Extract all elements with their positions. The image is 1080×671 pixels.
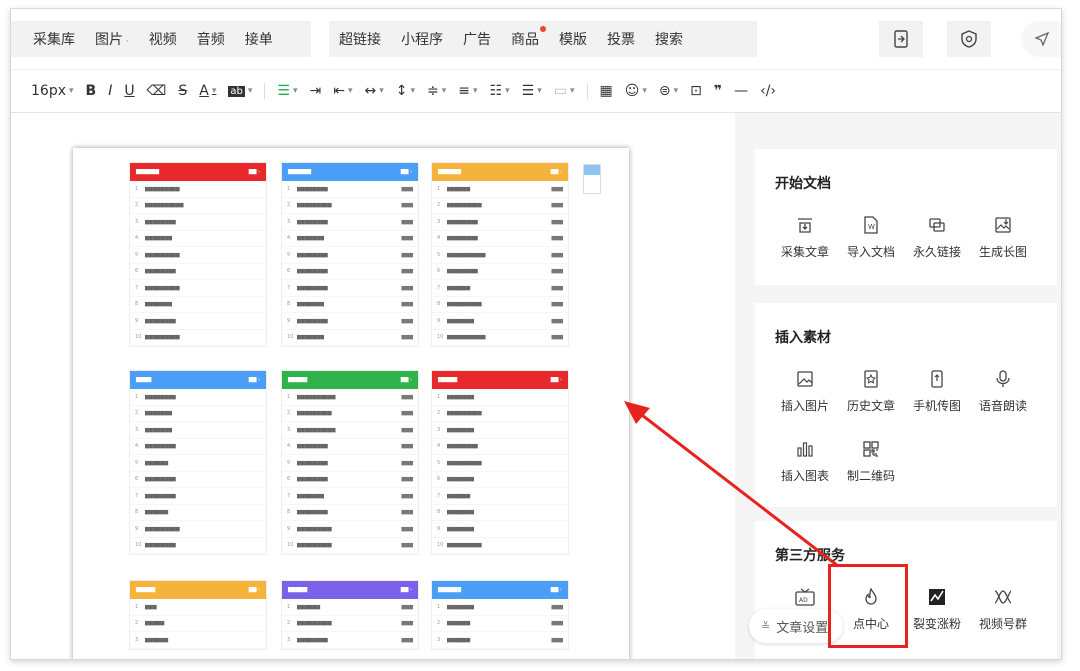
annotation-arrow — [624, 401, 839, 568]
